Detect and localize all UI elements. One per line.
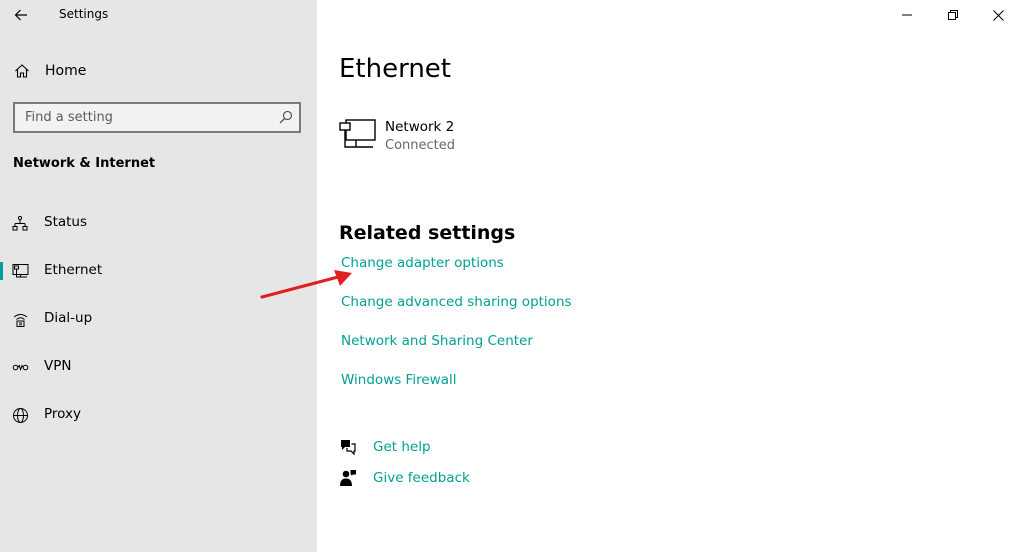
close-icon — [992, 9, 1004, 21]
restore-button[interactable] — [930, 0, 976, 30]
related-settings-title: Related settings — [339, 222, 516, 244]
section-title: Network & Internet — [13, 156, 156, 171]
help-chat-icon — [341, 440, 356, 456]
sidebar-item-status[interactable]: Status — [0, 203, 317, 243]
back-button[interactable] — [6, 0, 36, 30]
get-help-label: Get help — [373, 439, 431, 455]
sidebar-item-dialup[interactable]: Dial-up — [0, 299, 317, 339]
network-name: Network 2 — [385, 119, 455, 135]
vpn-icon — [12, 364, 29, 372]
change-adapter-options-link[interactable]: Change adapter options — [341, 255, 504, 271]
change-advanced-sharing-link[interactable]: Change advanced sharing options — [341, 294, 572, 310]
search-box — [13, 102, 301, 133]
selection-indicator — [0, 262, 3, 280]
home-icon — [15, 64, 29, 78]
page-title: Ethernet — [339, 54, 451, 84]
sidebar: Settings Home Network & Internet Status — [0, 0, 317, 552]
sidebar-item-home[interactable]: Home — [0, 56, 317, 86]
search-icon[interactable] — [279, 110, 293, 124]
main-content: Ethernet Network 2 Connected Related set… — [317, 0, 1016, 552]
windows-firewall-link[interactable]: Windows Firewall — [341, 372, 456, 388]
close-button[interactable] — [975, 0, 1016, 30]
app-title: Settings — [59, 7, 109, 21]
back-arrow-icon — [14, 9, 27, 21]
give-feedback-link[interactable]: Give feedback — [339, 467, 539, 491]
status-icon — [12, 215, 28, 231]
network-entry[interactable]: Network 2 Connected — [339, 116, 599, 162]
minimize-button[interactable] — [884, 0, 930, 30]
give-feedback-label: Give feedback — [373, 470, 470, 486]
get-help-link[interactable]: Get help — [339, 436, 539, 460]
ethernet-icon — [12, 264, 29, 278]
feedback-icon — [340, 470, 356, 486]
proxy-icon — [13, 408, 28, 423]
minimize-icon — [902, 14, 912, 16]
sidebar-item-ethernet[interactable]: Ethernet — [0, 251, 317, 291]
dialup-icon — [13, 314, 28, 327]
sidebar-item-label: VPN — [44, 358, 72, 374]
sidebar-item-vpn[interactable]: VPN — [0, 347, 317, 387]
sidebar-item-label: Ethernet — [44, 262, 103, 278]
sidebar-item-label: Proxy — [44, 406, 81, 422]
search-input[interactable] — [15, 104, 271, 131]
network-sharing-center-link[interactable]: Network and Sharing Center — [341, 333, 533, 349]
sidebar-item-label: Dial-up — [44, 310, 93, 326]
sidebar-item-label: Status — [44, 214, 88, 230]
network-status: Connected — [385, 138, 456, 153]
ethernet-network-icon — [339, 119, 376, 148]
restore-icon — [948, 10, 958, 20]
sidebar-item-label: Home — [45, 63, 87, 79]
sidebar-item-proxy[interactable]: Proxy — [0, 395, 317, 435]
